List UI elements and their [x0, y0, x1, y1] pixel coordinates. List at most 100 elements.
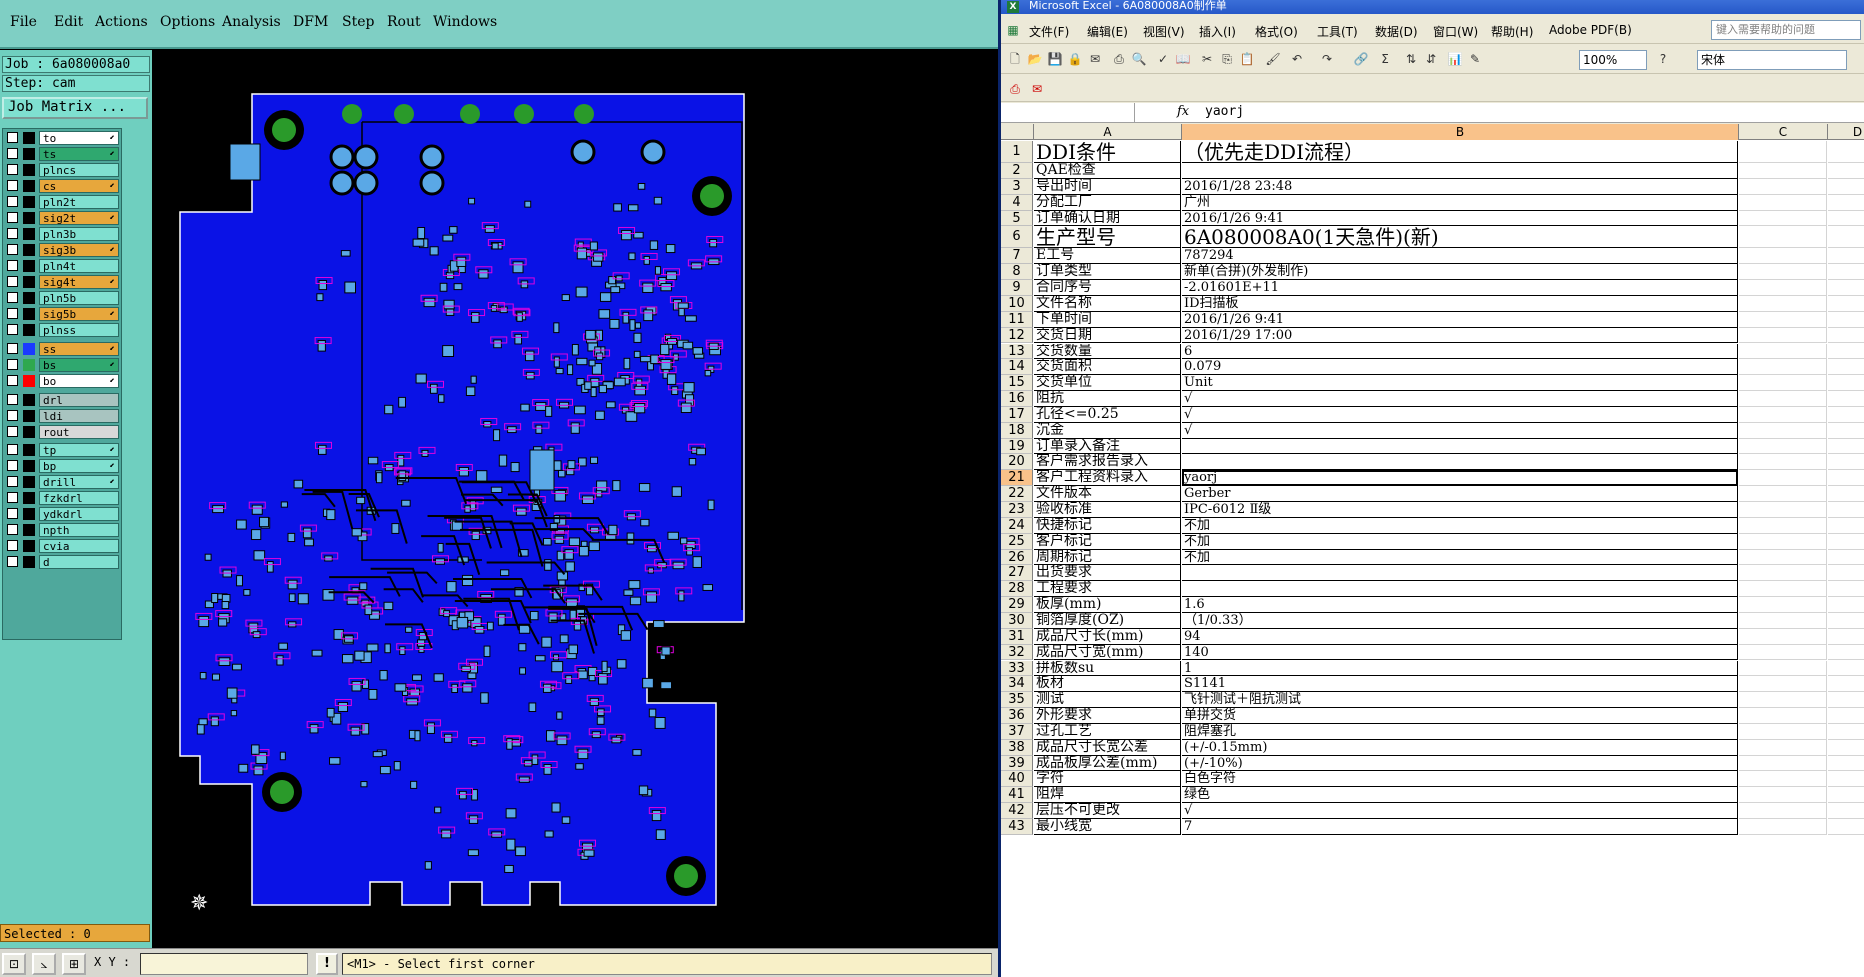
cell-b-value[interactable]: 不加: [1182, 517, 1738, 534]
cell-c[interactable]: [1739, 295, 1827, 312]
cell-a-label[interactable]: 周期标记: [1034, 549, 1181, 566]
undo-icon[interactable]: ↶: [1289, 51, 1305, 67]
cell-a-label[interactable]: 板材: [1034, 676, 1181, 693]
cell-d[interactable]: [1828, 226, 1864, 249]
cell-a-label[interactable]: 文件名称: [1034, 295, 1181, 312]
cell-d[interactable]: [1828, 756, 1864, 772]
cell-b-value[interactable]: √: [1182, 422, 1738, 439]
cell-d[interactable]: [1828, 486, 1864, 502]
select-all-corner[interactable]: [1001, 124, 1034, 140]
cell-b-value[interactable]: 6: [1182, 343, 1738, 360]
layer-row-sig3b[interactable]: sig3b ⬋: [5, 243, 121, 257]
cell-d[interactable]: [1828, 692, 1864, 709]
cell-c[interactable]: [1739, 406, 1827, 423]
cell-a-label[interactable]: QAE检查: [1034, 163, 1181, 179]
pcb-board[interactable]: [152, 50, 998, 948]
row-header[interactable]: 33: [1001, 660, 1033, 677]
layer-name[interactable]: plnss: [39, 323, 119, 337]
cell-c[interactable]: [1739, 676, 1827, 693]
layer-row-drl[interactable]: drl: [5, 393, 121, 407]
cell-d[interactable]: [1828, 787, 1864, 804]
layer-checkbox[interactable]: [7, 212, 18, 223]
cell-b-value[interactable]: 绿色: [1182, 787, 1738, 804]
cell-c[interactable]: [1739, 264, 1827, 281]
row-header[interactable]: 23: [1001, 502, 1033, 518]
layer-row-plnss[interactable]: plnss: [5, 323, 121, 337]
layer-row-bs[interactable]: bs ⬋: [5, 358, 121, 372]
cell-d[interactable]: [1828, 391, 1864, 407]
row-header[interactable]: 27: [1001, 565, 1033, 582]
cell-b-value[interactable]: 7: [1182, 819, 1738, 835]
cell-d[interactable]: [1828, 195, 1864, 211]
row-header[interactable]: 26: [1001, 549, 1033, 566]
fx-icon[interactable]: fx: [1177, 104, 1189, 119]
cell-a-label[interactable]: 生产型号: [1034, 226, 1181, 249]
layer-name[interactable]: ldi: [39, 409, 119, 423]
zoom-window-icon[interactable]: ⊡: [2, 953, 26, 975]
email-icon[interactable]: ✉: [1087, 51, 1103, 67]
row-header[interactable]: 15: [1001, 375, 1033, 392]
menu-dfm[interactable]: DFM: [293, 14, 328, 30]
layer-name[interactable]: drill ⬋: [39, 475, 119, 489]
cut-icon[interactable]: ✂: [1199, 51, 1215, 67]
cell-b-value[interactable]: 广州: [1182, 194, 1738, 211]
row-header[interactable]: 34: [1001, 676, 1033, 693]
cell-a-label[interactable]: 过孔工艺: [1034, 723, 1181, 740]
xl-menu-file[interactable]: 文件(F): [1029, 23, 1069, 40]
cell-b-value[interactable]: [1182, 163, 1738, 179]
row-header[interactable]: 36: [1001, 708, 1033, 724]
cell-d[interactable]: [1828, 708, 1864, 724]
layer-row-bo[interactable]: bo ⬋: [5, 374, 121, 388]
cell-d[interactable]: [1828, 141, 1864, 163]
cell-a-label[interactable]: 铜箔厚度(OZ): [1034, 612, 1181, 629]
row-header[interactable]: 25: [1001, 533, 1033, 550]
xl-menu-view[interactable]: 视图(V): [1143, 23, 1185, 40]
sort-descending-icon[interactable]: ⇵: [1423, 51, 1439, 67]
cell-d[interactable]: [1828, 439, 1864, 455]
layer-name[interactable]: drl: [39, 393, 119, 407]
cell-b-value[interactable]: (+/-0.15mm): [1182, 739, 1738, 756]
cell-d[interactable]: [1828, 328, 1864, 344]
layer-name[interactable]: ts ⬋: [39, 147, 119, 161]
sort-ascending-icon[interactable]: ⇅: [1403, 51, 1419, 67]
layer-name[interactable]: fzkdrl: [39, 491, 119, 505]
cell-b-value[interactable]: √: [1182, 391, 1738, 407]
cell-c[interactable]: [1739, 343, 1827, 360]
row-header[interactable]: 5: [1001, 210, 1033, 227]
layer-name[interactable]: sig3b ⬋: [39, 243, 119, 257]
layer-row-ldi[interactable]: ldi: [5, 409, 121, 423]
print-icon[interactable]: ⎙: [1111, 51, 1127, 67]
row-header[interactable]: 3: [1001, 178, 1033, 195]
layer-name[interactable]: pln2t: [39, 195, 119, 209]
layer-checkbox[interactable]: [7, 540, 18, 551]
cell-a-label[interactable]: 层压不可更改: [1034, 803, 1181, 819]
layer-checkbox[interactable]: [7, 476, 18, 487]
row-header[interactable]: 31: [1001, 628, 1033, 645]
row-header[interactable]: 6: [1001, 226, 1033, 249]
layer-color-swatch[interactable]: [23, 444, 35, 456]
menu-step[interactable]: Step: [342, 14, 374, 30]
cell-a-label[interactable]: 导出时间: [1034, 178, 1181, 195]
cell-b-value[interactable]: 6A080008A0(1天急件)(新): [1182, 226, 1738, 249]
column-header-a[interactable]: A: [1034, 124, 1182, 140]
cell-a-label[interactable]: 分配工厂: [1034, 194, 1181, 211]
row-header[interactable]: 11: [1001, 311, 1033, 328]
layer-color-swatch[interactable]: [23, 276, 35, 288]
layer-checkbox[interactable]: [7, 343, 18, 354]
cell-a-label[interactable]: E工号: [1034, 248, 1181, 265]
cell-a-label[interactable]: 外形要求: [1034, 708, 1181, 724]
layer-checkbox[interactable]: [7, 276, 18, 287]
layer-row-drill[interactable]: drill ⬋: [5, 475, 121, 489]
cell-d[interactable]: [1828, 597, 1864, 613]
row-header[interactable]: 24: [1001, 517, 1033, 534]
cell-c[interactable]: [1739, 163, 1827, 179]
cell-b-value[interactable]: [1182, 438, 1738, 455]
cell-a-label[interactable]: 客户工程资料录入: [1034, 470, 1181, 487]
open-icon[interactable]: 📂: [1027, 51, 1043, 67]
layer-name[interactable]: pln4t: [39, 259, 119, 273]
layer-color-swatch[interactable]: [23, 324, 35, 336]
layer-name[interactable]: bo ⬋: [39, 374, 119, 388]
info-icon[interactable]: !: [316, 953, 338, 975]
measure-icon[interactable]: ⦣: [32, 953, 56, 975]
layer-checkbox[interactable]: [7, 426, 18, 437]
